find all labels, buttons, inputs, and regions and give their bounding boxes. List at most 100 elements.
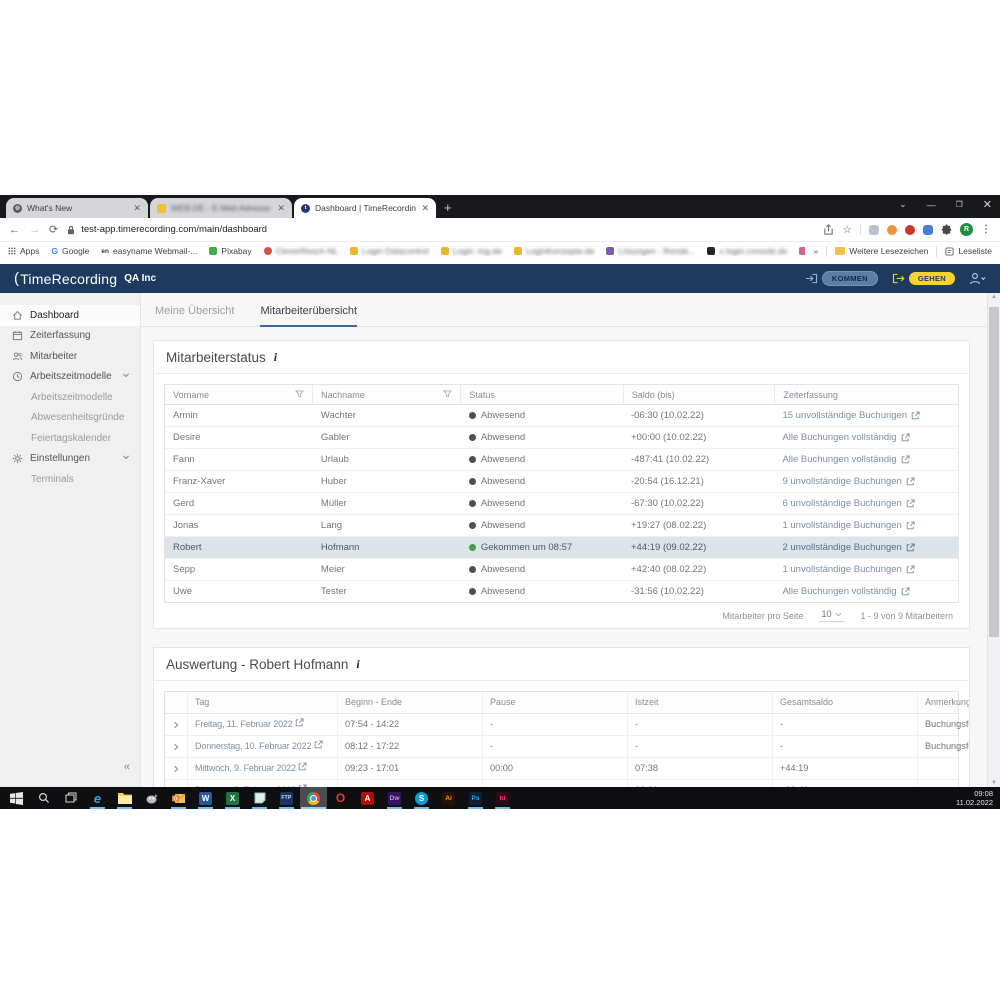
taskbar-indesign-icon[interactable]: Id <box>489 787 516 809</box>
day-link[interactable]: Mittwoch, 9. Februar 2022 <box>195 763 296 773</box>
sidebar-item-abwesenheitsgr-nde[interactable]: Abwesenheitsgründe <box>0 408 140 429</box>
taskbar-skype-icon[interactable]: S <box>408 787 435 809</box>
extension-icon[interactable] <box>905 225 915 235</box>
bookmark-item[interactable]: eneasyname Webmail-... <box>101 246 197 256</box>
taskbar-excel-icon[interactable]: X <box>219 787 246 809</box>
more-bookmarks-button[interactable]: Weitere Lesezeichen <box>835 246 928 256</box>
share-icon[interactable] <box>823 224 834 235</box>
url-field[interactable]: test-app.timerecording.com/main/dashboar… <box>67 224 814 235</box>
tab-close-icon[interactable]: ✕ <box>277 203 285 214</box>
taskbar-filezilla-ftp-icon[interactable]: FTP <box>273 787 300 809</box>
bookmarks-overflow-icon[interactable]: » <box>813 246 818 256</box>
bookmark-item[interactable]: Pakete A1 Digitaldr... <box>799 246 805 256</box>
column-header-saldo[interactable]: Saldo (bis) <box>623 385 775 404</box>
bookmark-item[interactable]: CleverReach NL <box>264 246 338 256</box>
table-row[interactable]: Donnerstag, 10. Februar 2022 08:12 - 17:… <box>165 736 958 758</box>
kommen-button[interactable]: KOMMEN <box>805 271 878 286</box>
new-tab-button[interactable]: + <box>444 200 452 215</box>
tab-search-icon[interactable]: ⌄ <box>899 199 907 210</box>
filter-icon[interactable] <box>443 390 452 400</box>
tab-close-icon[interactable]: ✕ <box>421 203 429 214</box>
table-row[interactable]: JonasLangAbwesend+19:27 (08.02.22)1 unvo… <box>165 515 958 537</box>
extension-icon[interactable] <box>869 225 879 235</box>
taskbar-word-icon[interactable]: W <box>192 787 219 809</box>
taskbar-file-explorer-icon[interactable] <box>111 787 138 809</box>
bookmark-item[interactable]: x login.console.de <box>707 246 787 256</box>
table-row[interactable]: SeppMeierAbwesend+42:40 (08.02.22)1 unvo… <box>165 559 958 581</box>
sidebar-item-einstellungen[interactable]: Einstellungen <box>0 449 140 470</box>
taskbar-chrome-icon[interactable] <box>300 787 327 809</box>
info-icon[interactable]: i <box>356 657 359 672</box>
bookmark-star-icon[interactable]: ☆ <box>842 223 852 236</box>
taskbar-clock[interactable]: 09:08 11.02.2022 <box>956 789 1000 807</box>
table-row[interactable]: RobertHofmannGekommen um 08:57+44:19 (09… <box>165 537 958 559</box>
reading-list-button[interactable]: Leseliste <box>945 246 992 256</box>
table-row[interactable]: Mittwoch, 9. Februar 2022 09:23 - 17:010… <box>165 758 958 780</box>
column-header-beginn-ende[interactable]: Beginn - Ende <box>337 692 482 713</box>
gehen-button[interactable]: GEHEN <box>892 272 955 285</box>
sidebar-item-zeiterfassung[interactable]: Zeiterfassung <box>0 326 140 347</box>
column-header-zeiterfassung[interactable]: Zeiterfassung <box>774 385 958 404</box>
chrome-menu-icon[interactable]: ⋮ <box>981 224 991 235</box>
buchungen-link[interactable]: Alle Buchungen vollständig <box>782 586 909 597</box>
buchungen-link[interactable]: 9 unvollständige Buchungen <box>782 476 914 487</box>
column-header-gesamtsaldo[interactable]: Gesamtsaldo <box>772 692 917 713</box>
scrollbar-thumb[interactable] <box>989 307 999 637</box>
taskbar-task-view-icon[interactable] <box>57 787 84 809</box>
reload-icon[interactable]: ⟳ <box>49 223 58 236</box>
page-size-select[interactable]: 10 <box>819 609 844 622</box>
extension-icon[interactable] <box>887 225 897 235</box>
browser-tab-whats-new[interactable]: ◎ What's New ✕ <box>6 198 148 218</box>
column-header-anmerkung[interactable]: Anmerkung <box>917 692 970 713</box>
sidebar-item-arbeitszeitmodelle[interactable]: Arbeitszeitmodelle <box>0 367 140 388</box>
column-header-tag[interactable]: Tag <box>187 692 337 713</box>
buchungen-link[interactable]: 2 unvollständige Buchungen <box>782 542 914 553</box>
bookmark-item[interactable]: GGoogle <box>51 246 89 256</box>
expand-row-button[interactable] <box>165 736 187 757</box>
column-header-status[interactable]: Status <box>460 385 622 404</box>
day-link[interactable]: Donnerstag, 10. Februar 2022 <box>195 741 311 751</box>
bookmark-item[interactable]: Login Datacontrol <box>350 246 429 256</box>
forward-icon[interactable]: → <box>29 224 40 236</box>
bookmark-item[interactable]: Pixabay <box>209 246 251 256</box>
page-scrollbar[interactable]: ▲ ▼ <box>987 293 1000 787</box>
scroll-up-icon[interactable]: ▲ <box>988 294 1000 300</box>
buchungen-link[interactable]: 1 unvollständige Buchungen <box>782 564 914 575</box>
tab-close-icon[interactable]: ✕ <box>133 203 141 214</box>
tab-meine-uebersicht[interactable]: Meine Übersicht <box>155 305 234 326</box>
restore-button[interactable]: ❐ <box>956 200 963 209</box>
sidebar-item-mitarbeiter[interactable]: Mitarbeiter <box>0 346 140 367</box>
user-menu-icon[interactable] <box>969 272 986 285</box>
buchungen-link[interactable]: 1 unvollständige Buchungen <box>782 520 914 531</box>
taskbar-opera-icon[interactable]: O <box>327 787 354 809</box>
taskbar-illustrator-icon[interactable]: Ai <box>435 787 462 809</box>
taskbar-dreamweaver-icon[interactable]: Dw <box>381 787 408 809</box>
table-row[interactable]: GerdMüllerAbwesend-67:30 (10.02.22)6 unv… <box>165 493 958 515</box>
taskbar-outlook-icon[interactable]: O <box>165 787 192 809</box>
table-row[interactable]: Franz-XaverHuberAbwesend-20:54 (16.12.21… <box>165 471 958 493</box>
taskbar-gimp-icon[interactable] <box>138 787 165 809</box>
buchungen-link[interactable]: 6 unvollständige Buchungen <box>782 498 914 509</box>
buchungen-link[interactable]: Alle Buchungen vollständig <box>782 432 909 443</box>
taskbar-photoshop-icon[interactable]: Ps <box>462 787 489 809</box>
table-row[interactable]: DesireGablerAbwesend+00:00 (10.02.22)All… <box>165 427 958 449</box>
minimize-button[interactable]: — <box>927 200 936 210</box>
sidebar-item-terminals[interactable]: Terminals <box>0 469 140 490</box>
bookmark-item[interactable]: LoginKonzepte.de <box>514 246 595 256</box>
table-row[interactable]: Dienstag, 8. Februar 2022 --00:00+36:41 <box>165 780 958 787</box>
sidebar-item-arbeitszeitmodelle[interactable]: Arbeitszeitmodelle <box>0 387 140 408</box>
scroll-down-icon[interactable]: ▼ <box>988 780 1000 786</box>
day-link[interactable]: Freitag, 11. Februar 2022 <box>195 719 293 729</box>
extension-icon[interactable] <box>923 225 933 235</box>
column-header-vorname[interactable]: Vorname <box>165 385 312 404</box>
profile-avatar[interactable]: R <box>960 223 973 236</box>
table-row[interactable]: UweTesterAbwesend-31:56 (10.02.22)Alle B… <box>165 581 958 602</box>
expand-row-button[interactable] <box>165 758 187 779</box>
sidebar-item-feiertagskalender[interactable]: Feiertagskalender <box>0 428 140 449</box>
info-icon[interactable]: i <box>274 350 277 365</box>
browser-tab-dashboard[interactable]: t Dashboard | TimeRecording ✕ <box>294 198 436 218</box>
taskbar-sticky-notes-icon[interactable] <box>246 787 273 809</box>
column-header-pause[interactable]: Pause <box>482 692 627 713</box>
taskbar-search-icon[interactable] <box>30 787 57 809</box>
browser-tab-webde[interactable]: WEB.DE - E-Mail-Adresse koste... ✕ <box>150 198 292 218</box>
